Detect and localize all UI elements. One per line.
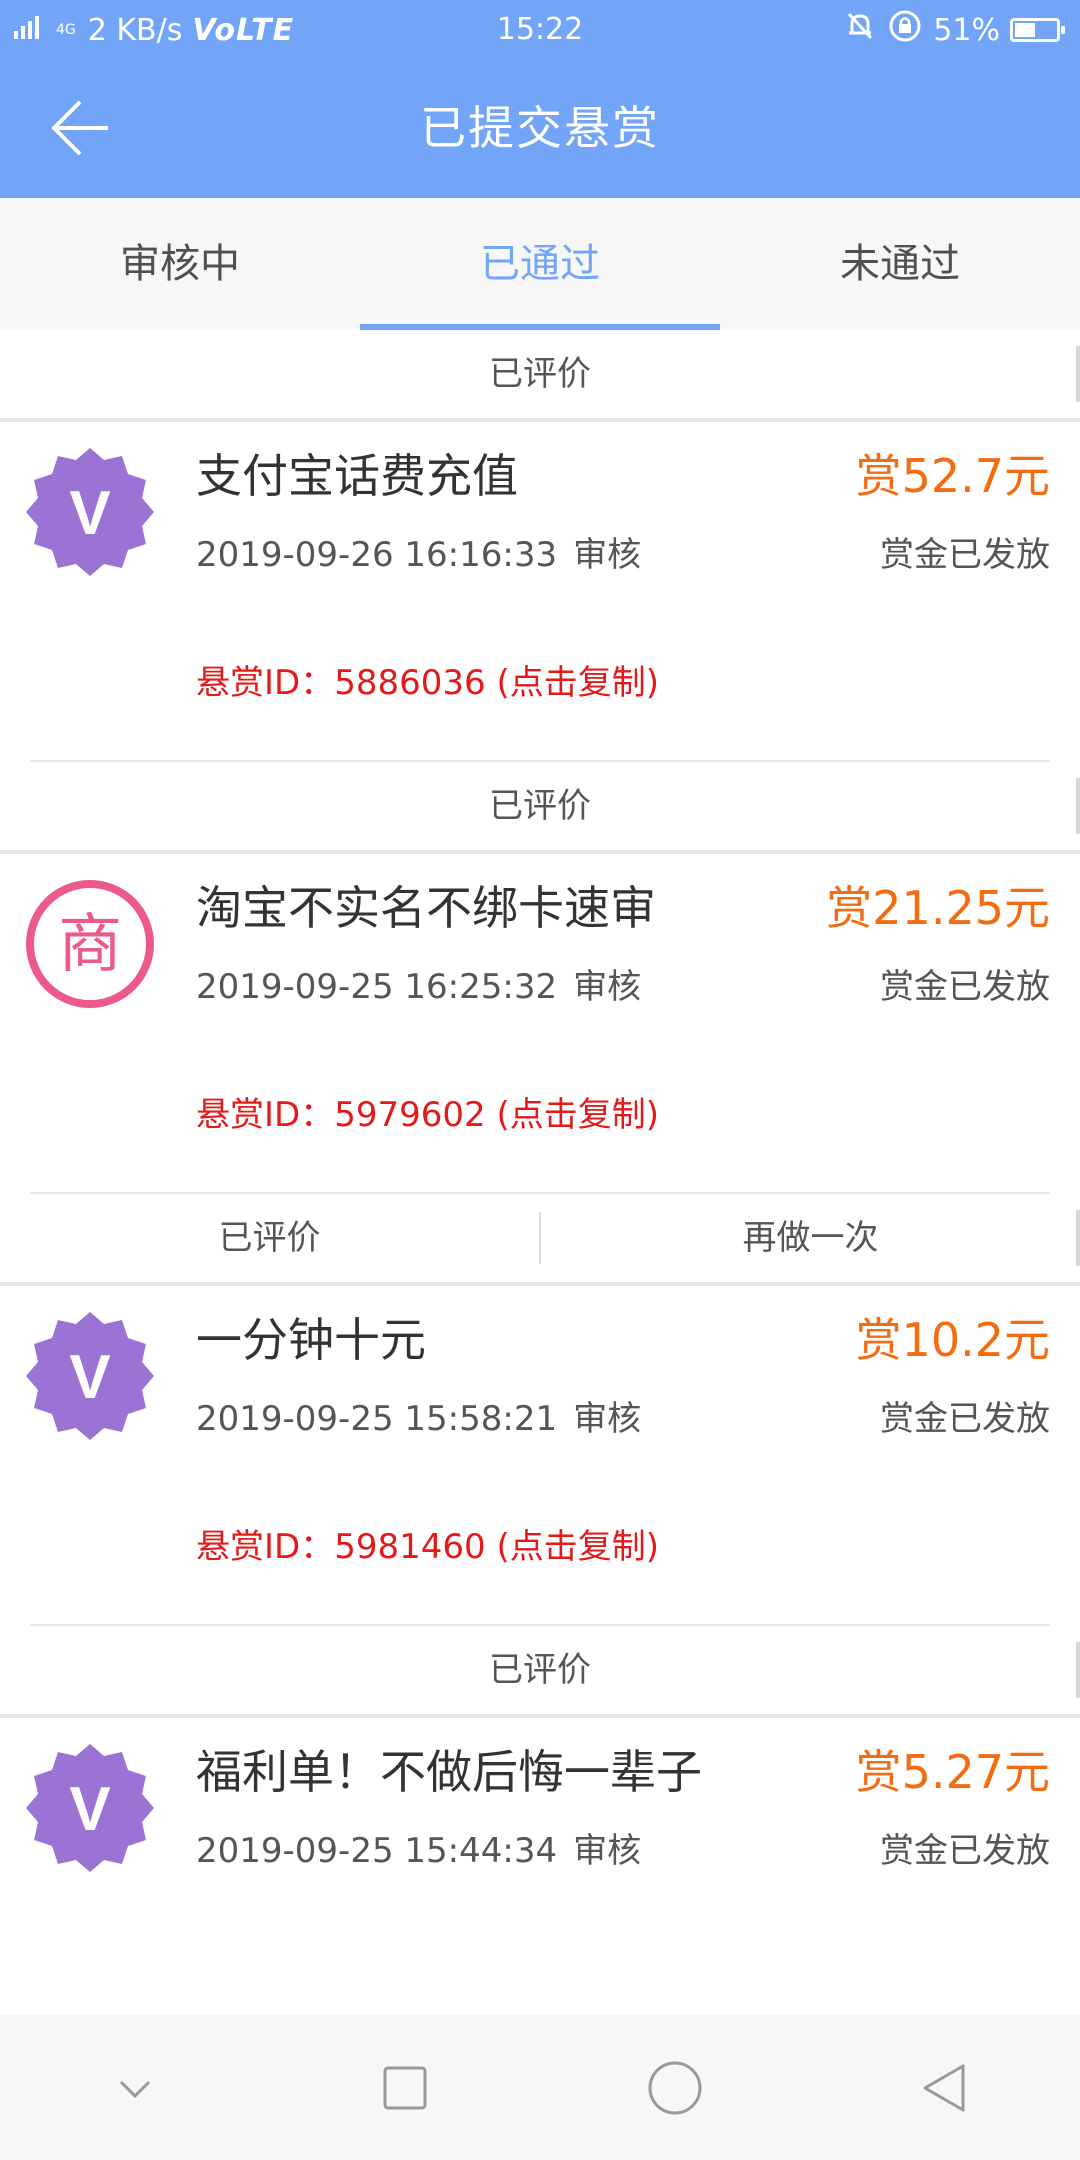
list-item[interactable]: V 支付宝话费充值 赏52.7元 2019-09-26 16:16:33 审核 赏… (0, 422, 1080, 762)
task-meta: 2019-09-25 15:58:21 审核 (196, 1394, 641, 1444)
review-status: 审核 (573, 535, 642, 575)
battery-level (1015, 23, 1035, 37)
reward-amount: 赏21.25元 (826, 881, 1050, 935)
payment-status: 赏金已发放 (880, 535, 1050, 575)
status-right: 51% (843, 8, 1065, 52)
circle-icon (648, 2061, 702, 2114)
rated-button[interactable]: 已评价 (0, 1194, 539, 1282)
rotation-lock-icon (887, 8, 923, 52)
vip-badge-icon: V (26, 448, 154, 576)
task-title: 支付宝话费充值 (196, 449, 518, 503)
rated-button[interactable]: 已评价 (0, 1626, 1080, 1714)
reward-amount: 赏5.27元 (855, 1745, 1050, 1799)
tab-rejected-label: 未通过 (840, 241, 960, 287)
review-status: 审核 (573, 1399, 642, 1439)
reward-id-copy[interactable]: 悬赏ID：5981460 (点击复制) (196, 1522, 659, 1572)
action-row: 已评价 (0, 330, 1080, 418)
task-meta: 2019-09-26 16:16:33 审核 (196, 530, 641, 580)
redo-button[interactable]: 再做一次 (541, 1194, 1080, 1282)
logo-letter: V (69, 479, 110, 548)
system-nav-bar (0, 2015, 1080, 2160)
nav-recents-button[interactable] (345, 2028, 465, 2148)
task-title: 淘宝不实名不绑卡速审 (196, 881, 656, 935)
list-item[interactable]: 商 淘宝不实名不绑卡速审 赏21.25元 2019-09-25 16:25:32… (0, 854, 1080, 1194)
reward-amount: 赏10.2元 (855, 1313, 1050, 1367)
list-item[interactable]: V 福利单！不做后悔一辈子 赏5.27元 2019-09-25 15:44:34… (0, 1718, 1080, 1958)
task-title: 福利单！不做后悔一辈子 (196, 1745, 702, 1799)
task-meta: 2019-09-25 15:44:34 审核 (196, 1826, 641, 1876)
task-title: 一分钟十元 (196, 1313, 426, 1367)
nav-home-button[interactable] (615, 2028, 735, 2148)
reward-amount: 赏52.7元 (855, 449, 1050, 503)
merchant-badge-icon: 商 (26, 880, 154, 1008)
battery-icon (1010, 18, 1065, 42)
vip-badge-icon: V (26, 1744, 154, 1872)
list-item[interactable]: V 一分钟十元 赏10.2元 2019-09-25 15:58:21 审核 赏金已… (0, 1286, 1080, 1626)
app-header: 已提交悬赏 (0, 58, 1080, 198)
reward-id-copy[interactable]: 悬赏ID：5979602 (点击复制) (196, 1090, 659, 1140)
task-meta: 2019-09-25 16:25:32 审核 (196, 962, 641, 1012)
square-icon (383, 2066, 427, 2109)
submit-datetime: 2019-09-25 16:25:32 (196, 967, 558, 1007)
nav-hide-button[interactable] (75, 2028, 195, 2148)
logo-letter: V (69, 1775, 110, 1844)
chevron-down-icon (119, 2080, 151, 2098)
logo-letter: V (69, 1343, 110, 1412)
triangle-back-icon (923, 2064, 965, 2111)
payment-status: 赏金已发放 (880, 967, 1050, 1007)
page-title: 已提交悬赏 (420, 101, 660, 155)
app-root: 4G 2 KB/s VoLTE 15:22 51% 已提交悬赏 审核中 已通过 … (0, 0, 1080, 2160)
review-status: 审核 (573, 1831, 642, 1871)
submit-datetime: 2019-09-26 16:16:33 (196, 535, 558, 575)
action-row: 已评价 (0, 1626, 1080, 1714)
payment-status: 赏金已发放 (880, 1831, 1050, 1871)
rated-button[interactable]: 已评价 (0, 330, 1080, 418)
submit-datetime: 2019-09-25 15:58:21 (196, 1399, 558, 1439)
payment-status: 赏金已发放 (880, 1399, 1050, 1439)
tab-approved-label: 已通过 (480, 241, 600, 287)
action-row: 已评价 (0, 762, 1080, 850)
action-row: 已评价 再做一次 (0, 1194, 1080, 1282)
rated-button[interactable]: 已评价 (0, 762, 1080, 850)
tab-approved[interactable]: 已通过 (360, 198, 720, 330)
review-status: 审核 (573, 967, 642, 1007)
vip-badge-icon: V (26, 1312, 154, 1440)
submit-datetime: 2019-09-25 15:44:34 (196, 1831, 558, 1871)
nav-back-button[interactable] (885, 2028, 1005, 2148)
logo-letter: 商 (58, 908, 122, 982)
tab-reviewing[interactable]: 审核中 (0, 198, 360, 330)
tab-rejected[interactable]: 未通过 (720, 198, 1080, 330)
mute-bell-icon (843, 9, 877, 51)
tab-reviewing-label: 审核中 (120, 241, 240, 287)
battery-percent: 51% (933, 12, 1000, 48)
submission-list[interactable]: 已评价 V 支付宝话费充值 赏52.7元 2019-09-26 16:16:33… (0, 330, 1080, 2015)
status-bar: 4G 2 KB/s VoLTE 15:22 51% (0, 0, 1080, 58)
reward-id-copy[interactable]: 悬赏ID：5886036 (点击复制) (196, 658, 659, 708)
tab-bar: 审核中 已通过 未通过 (0, 198, 1080, 330)
